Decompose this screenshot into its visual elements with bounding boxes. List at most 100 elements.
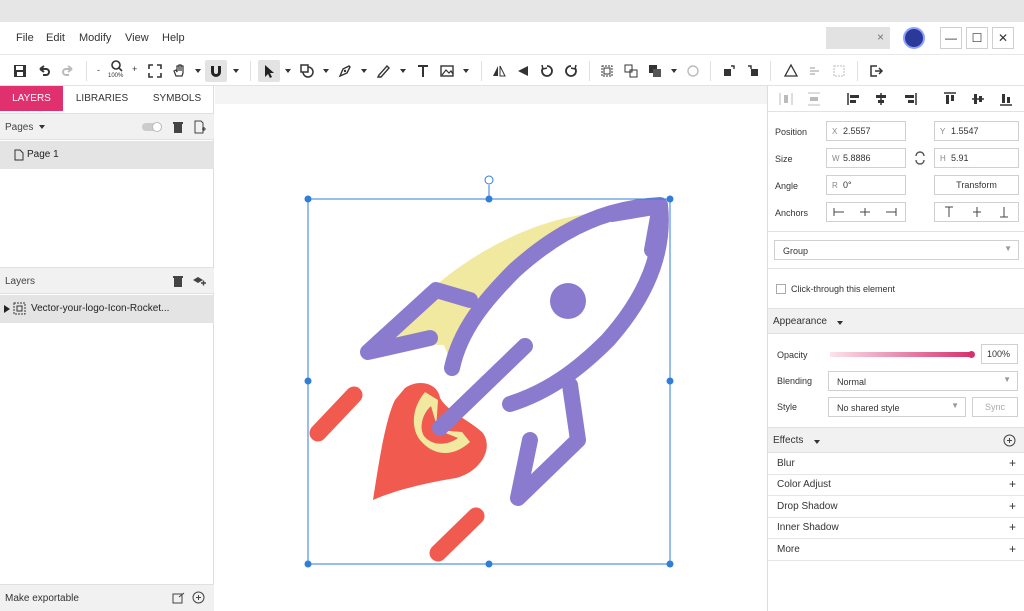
height-field[interactable]: H 5.91	[934, 148, 1019, 168]
trash-icon[interactable]	[172, 274, 184, 288]
chevron-down-icon[interactable]	[232, 62, 240, 80]
menu-help[interactable]: Help	[162, 32, 185, 44]
position-y-field[interactable]: Y 1.5547	[934, 121, 1019, 141]
ungroup-icon[interactable]	[622, 62, 640, 80]
mask-icon[interactable]	[684, 62, 702, 80]
save-icon[interactable]	[11, 62, 29, 80]
group-icon[interactable]	[598, 62, 616, 80]
chevron-down-icon[interactable]	[360, 62, 368, 80]
effects-header[interactable]: Effects	[768, 427, 1024, 453]
opacity-field[interactable]: 100%	[981, 344, 1018, 364]
pen-tool-icon[interactable]	[336, 62, 354, 80]
anchor-middle-icon[interactable]	[971, 206, 983, 218]
page-list-item[interactable]: Page 1	[0, 141, 214, 169]
angle-field[interactable]: R 0°	[826, 175, 906, 195]
image-tool-icon[interactable]	[438, 62, 456, 80]
chevron-down-icon[interactable]	[462, 62, 470, 80]
effect-drop-shadow[interactable]: Drop Shadow +	[768, 497, 1024, 518]
symbol-icon[interactable]	[782, 62, 800, 80]
flip-horizontal-icon[interactable]	[490, 62, 508, 80]
align-top-icon[interactable]	[942, 91, 958, 107]
flip-vertical-icon[interactable]	[514, 62, 532, 80]
fit-to-screen-icon[interactable]	[146, 62, 164, 80]
width-field[interactable]: W 5.8886	[826, 148, 906, 168]
add-effect-icon[interactable]	[1003, 434, 1016, 447]
user-avatar[interactable]	[903, 27, 925, 49]
snap-magnet-icon[interactable]	[205, 60, 227, 82]
opacity-slider-knob[interactable]	[968, 351, 975, 358]
opacity-slider[interactable]	[830, 351, 975, 358]
transform-button[interactable]: Transform	[934, 175, 1019, 195]
artboard-svg[interactable]	[215, 86, 767, 611]
chevron-down-icon[interactable]	[399, 62, 407, 80]
search-field[interactable]: ×	[826, 27, 890, 49]
redo-icon[interactable]	[59, 62, 77, 80]
add-export-icon[interactable]	[192, 591, 205, 604]
anchor-bottom-icon[interactable]	[998, 206, 1010, 218]
anchor-left-icon[interactable]	[833, 206, 845, 218]
blending-select[interactable]: Normal ▼	[828, 371, 1018, 391]
rotate-right-icon[interactable]	[562, 62, 580, 80]
anchor-top-icon[interactable]	[943, 206, 955, 218]
align-bottom-icon[interactable]	[998, 91, 1014, 107]
distribute-vertical-icon[interactable]	[806, 91, 822, 107]
close-window-button[interactable]: ✕	[992, 27, 1014, 49]
align-middle-vertical-icon[interactable]	[970, 91, 986, 107]
pencil-tool-icon[interactable]	[375, 62, 393, 80]
pointer-select-icon[interactable]	[258, 60, 280, 82]
tab-libraries[interactable]: LIBRARIES	[66, 86, 138, 111]
maximize-button[interactable]: ☐	[966, 27, 988, 49]
effect-blur[interactable]: Blur +	[768, 454, 1024, 475]
add-page-icon[interactable]	[194, 120, 206, 134]
add-icon[interactable]: +	[1009, 542, 1016, 556]
menu-edit[interactable]: Edit	[46, 32, 65, 44]
search-clear-icon[interactable]: ×	[877, 30, 884, 44]
link-icon[interactable]	[806, 62, 824, 80]
add-icon[interactable]: +	[1009, 499, 1016, 513]
text-tool-icon[interactable]	[414, 62, 432, 80]
menu-file[interactable]: File	[16, 32, 34, 44]
align-center-horizontal-icon[interactable]	[873, 91, 889, 107]
effect-inner-shadow[interactable]: Inner Shadow +	[768, 518, 1024, 539]
sync-button[interactable]: Sync	[972, 397, 1018, 417]
align-right-icon[interactable]	[902, 91, 918, 107]
position-x-field[interactable]: X 2.5557	[826, 121, 906, 141]
expand-caret-icon[interactable]	[4, 305, 10, 313]
bring-forward-icon[interactable]	[720, 62, 738, 80]
menu-modify[interactable]: Modify	[79, 32, 111, 44]
add-icon[interactable]: +	[1009, 456, 1016, 470]
anchor-right-icon[interactable]	[885, 206, 897, 218]
chevron-down-icon[interactable]	[284, 62, 292, 80]
effect-color-adjust[interactable]: Color Adjust +	[768, 475, 1024, 496]
chevron-down-icon[interactable]	[670, 62, 678, 80]
chevron-down-icon[interactable]	[194, 62, 202, 80]
canvas[interactable]	[215, 86, 767, 611]
layer-item[interactable]: Vector-your-logo-Icon-Rocket...	[0, 295, 214, 323]
add-icon[interactable]: +	[1009, 520, 1016, 534]
distribute-horizontal-icon[interactable]	[778, 91, 794, 107]
menu-view[interactable]: View	[125, 32, 149, 44]
style-select[interactable]: No shared style ▼	[828, 397, 966, 417]
align-left-icon[interactable]	[846, 91, 862, 107]
shape-tool-icon[interactable]	[298, 62, 316, 80]
crop-icon[interactable]	[830, 62, 848, 80]
export-slice-icon[interactable]	[172, 592, 185, 604]
click-through-checkbox[interactable]	[776, 284, 786, 294]
zoom-in-button[interactable]: +	[132, 64, 137, 74]
add-layer-icon[interactable]	[192, 274, 206, 288]
minimize-button[interactable]: —	[940, 27, 962, 49]
chevron-down-icon[interactable]	[322, 62, 330, 80]
effect-more[interactable]: More +	[768, 540, 1024, 561]
chevron-down-icon[interactable]	[38, 123, 46, 131]
tab-layers[interactable]: LAYERS	[0, 86, 63, 111]
tab-symbols[interactable]: SYMBOLS	[142, 86, 212, 111]
export-icon[interactable]	[867, 62, 885, 80]
rotate-left-icon[interactable]	[538, 62, 556, 80]
toggle-switch[interactable]	[142, 122, 164, 132]
send-backward-icon[interactable]	[744, 62, 762, 80]
appearance-header[interactable]: Appearance	[768, 308, 1024, 334]
group-select[interactable]: Group ▼	[774, 240, 1019, 260]
add-icon[interactable]: +	[1009, 477, 1016, 491]
trash-icon[interactable]	[172, 120, 184, 134]
lock-ratio-icon[interactable]	[913, 150, 927, 166]
